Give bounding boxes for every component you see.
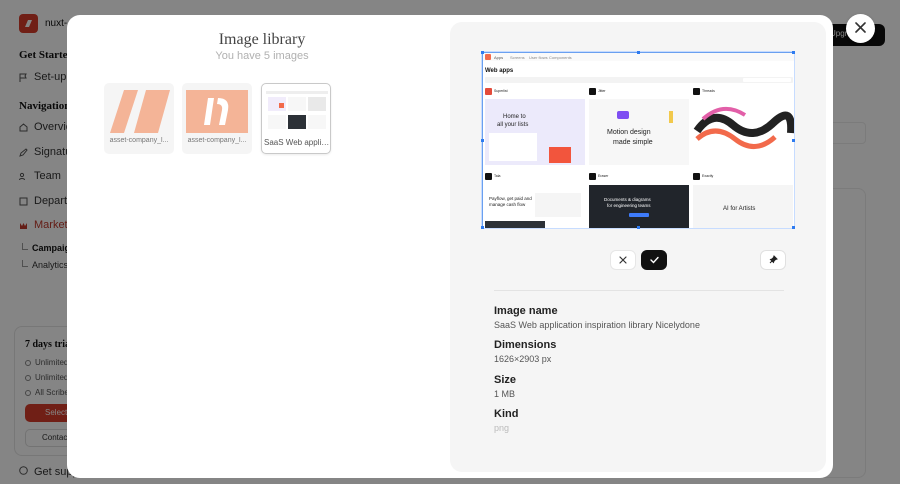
crop-handle[interactable] [637, 226, 640, 229]
image-thumbnail[interactable]: asset-company_l... [104, 83, 174, 154]
preview-tile-headline: Payflow, get paid and [489, 196, 532, 201]
preview-tile-title: Threads [702, 89, 715, 93]
image-name-label: Image name [494, 305, 558, 317]
dimensions-value: 1626×2903 px [494, 354, 552, 364]
close-icon [619, 251, 627, 269]
preview-tile-headline: AI for Artists [723, 206, 755, 212]
modal-title: Image library [218, 31, 306, 48]
crop-actions [450, 250, 826, 272]
crop-handle[interactable] [637, 51, 640, 54]
crop-handle[interactable] [481, 226, 484, 229]
size-value: 1 MB [494, 389, 516, 399]
crop-handle[interactable] [481, 51, 484, 54]
modal-subtitle: You have 5 images [215, 50, 309, 62]
thumbnail-label: asset-company_l... [187, 137, 247, 144]
crop-handle[interactable] [792, 139, 795, 142]
confirm-crop-button[interactable] [641, 250, 667, 270]
detail-divider [494, 290, 784, 291]
check-icon [649, 251, 659, 269]
image-library-modal: Image library You have 5 images asset-co… [67, 15, 833, 478]
size-label: Size [494, 374, 517, 386]
preview-nav-item: Screens [510, 55, 525, 60]
dimensions-label: Dimensions [494, 339, 557, 351]
preview-tile-headline: all your lists [497, 122, 528, 128]
image-crop-preview[interactable]: Apps Screens User flows Components Web a… [481, 51, 796, 229]
pin-image-button[interactable] [760, 250, 786, 270]
kind-value: png [494, 423, 510, 433]
preview-tile-headline: Motion design [607, 129, 651, 136]
close-modal-button[interactable] [846, 14, 875, 43]
preview-nav-item: Components [549, 55, 572, 60]
image-detail-panel: Apps Screens User flows Components Web a… [450, 22, 826, 472]
preview-nav-item: Apps [494, 55, 503, 60]
company-logo-image [186, 90, 248, 133]
close-icon [855, 20, 866, 38]
preview-tile-title: Eraser [598, 174, 609, 178]
image-thumbnail[interactable]: asset-company_l... [182, 83, 252, 154]
crop-handle[interactable] [792, 226, 795, 229]
preview-nav-item: User flows [529, 55, 548, 60]
saas-screenshot-image [266, 91, 328, 134]
crop-handle[interactable] [481, 139, 484, 142]
preview-heading: Web apps [485, 68, 514, 74]
preview-tile-headline: manage cash flow [489, 202, 526, 207]
preview-tile-title: Superlist [494, 89, 508, 93]
kind-label: Kind [494, 408, 519, 420]
image-thumbnail-selected[interactable]: SaaS Web applic... [261, 83, 332, 154]
preview-tile-title: Jitter [598, 89, 606, 93]
preview-tile-title: Exactly [702, 174, 714, 178]
preview-tile-headline: for engineering teams [607, 203, 651, 208]
preview-tile-headline: Documents & diagrams [604, 197, 652, 202]
cancel-crop-button[interactable] [610, 250, 636, 270]
saas-screenshot-preview: Apps Screens User flows Components Web a… [483, 53, 796, 229]
company-logo-image [108, 90, 170, 133]
preview-tile-title: Tala [494, 174, 500, 178]
pin-icon [769, 251, 778, 269]
preview-tile-headline: made simple [613, 139, 653, 146]
thumbnail-label: SaaS Web applic... [264, 138, 332, 147]
crop-handle[interactable] [792, 51, 795, 54]
thumbnail-label: asset-company_l... [109, 137, 169, 144]
image-name-value: SaaS Web application inspiration library… [494, 320, 700, 330]
preview-tile-headline: Home to [503, 114, 526, 120]
